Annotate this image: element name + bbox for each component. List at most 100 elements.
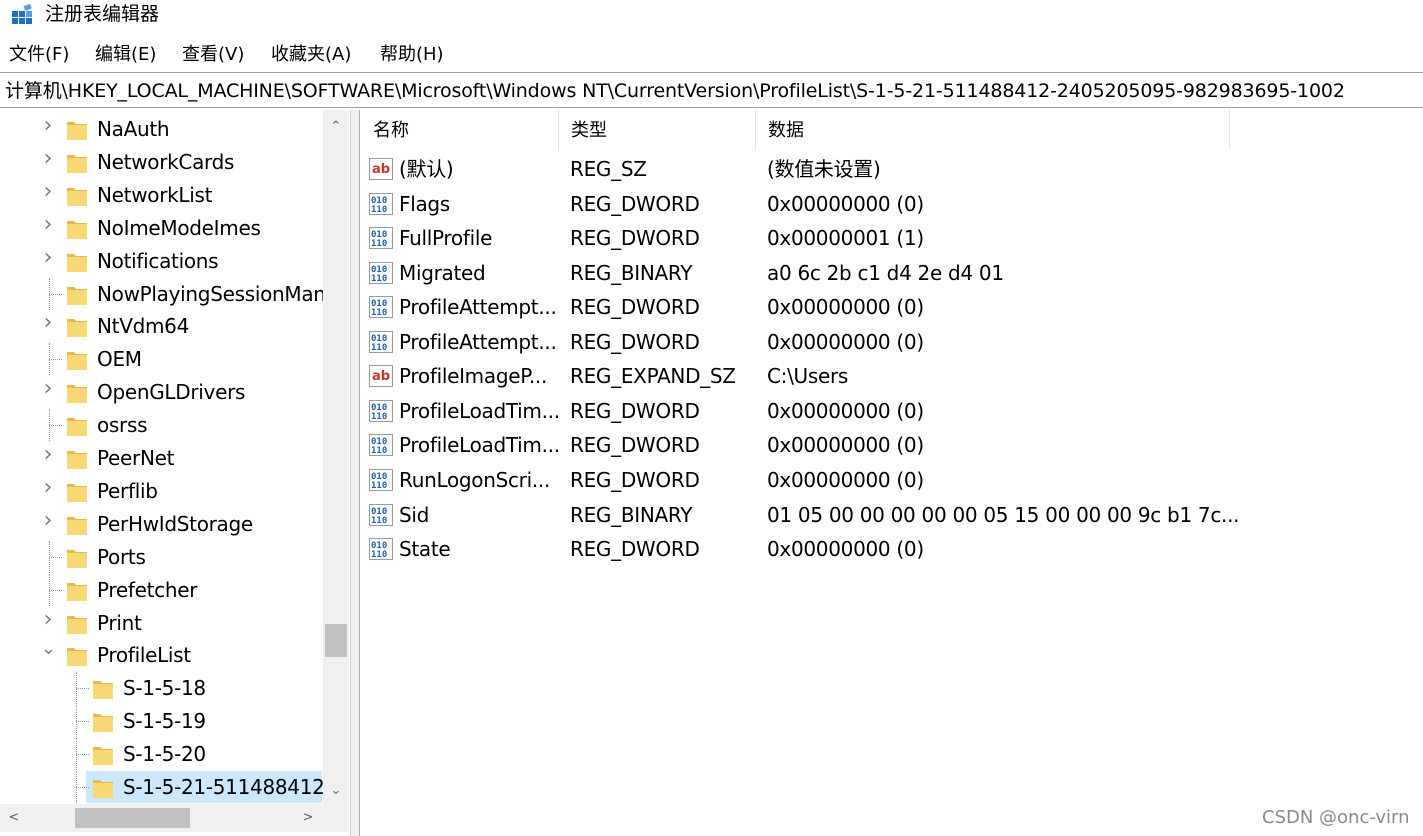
expand-chevron-icon[interactable]: ›	[41, 180, 55, 202]
tree-vertical-scroll-thumb[interactable]	[325, 624, 347, 657]
tree-connector	[76, 672, 77, 705]
value-data: C:\Users	[767, 364, 849, 389]
tree-node[interactable]: › OpenGLDrivers	[0, 376, 322, 408]
expand-chevron-icon[interactable]: ›	[41, 608, 55, 630]
tree-connector	[76, 738, 77, 771]
tree-node[interactable]: › NetworkList	[0, 179, 322, 211]
tree-horizontal-scroll-thumb[interactable]	[75, 808, 190, 828]
expand-chevron-icon[interactable]: ›	[41, 378, 55, 400]
scroll-up-arrow-icon[interactable]: ⌃	[323, 114, 349, 140]
menu-edit[interactable]: 编辑(E)	[95, 40, 156, 70]
tree-node-label: Perflib	[97, 478, 158, 503]
value-data: 0x00000000 (0)	[767, 191, 924, 216]
value-row[interactable]: 010 110 RunLogonScri... REG_DWORD 0x00000000…	[361, 463, 1423, 497]
watermark: CSDN @onc-virn	[1262, 807, 1410, 828]
tree-node-label: NetworkList	[97, 182, 213, 207]
tree-node[interactable]: OEM	[0, 343, 322, 376]
tree-node[interactable]: Prefetcher	[0, 573, 322, 606]
value-row[interactable]: 010 110 FullProfile REG_DWORD 0x00000001 (1)	[361, 221, 1423, 255]
scroll-down-arrow-icon[interactable]: ⌄	[323, 778, 349, 804]
tree-node[interactable]: › NtVdm64	[0, 310, 322, 342]
value-name: Migrated	[399, 260, 486, 285]
scroll-right-arrow-icon[interactable]: >	[296, 804, 320, 832]
folder-icon	[66, 183, 88, 207]
menu-help[interactable]: 帮助(H)	[380, 40, 444, 70]
tree-node[interactable]: › Print	[0, 607, 322, 639]
expand-chevron-icon[interactable]: ›	[41, 444, 55, 466]
value-data: 0x00000000 (0)	[767, 398, 924, 423]
svg-text:110: 110	[371, 343, 387, 353]
value-row[interactable]: ab (默认) REG_SZ (数值未设置)	[361, 152, 1423, 186]
tree-node[interactable]: › Perflib	[0, 475, 322, 507]
menu-favorites[interactable]: 收藏夹(A)	[271, 40, 351, 70]
value-row[interactable]: 010 110 State REG_DWORD 0x00000000 (0)	[361, 532, 1423, 566]
value-row[interactable]: 010 110 Migrated REG_BINARY a0 6c 2b c1 d4 2…	[361, 256, 1423, 290]
tree-vertical-scrollbar[interactable]: ⌃ ⌄	[323, 110, 349, 804]
folder-icon	[66, 380, 88, 404]
tree-node[interactable]: › NoImeModeImes	[0, 212, 322, 244]
value-row[interactable]: 010 110 ProfileAttempt... REG_DWORD 0x000000…	[361, 325, 1423, 359]
value-row[interactable]: 010 110 Flags REG_DWORD 0x00000000 (0)	[361, 187, 1423, 221]
tree-node[interactable]: › PeerNet	[0, 442, 322, 474]
tree-node[interactable]: S-1-5-21-511488412-	[0, 771, 332, 803]
svg-text:110: 110	[371, 308, 387, 318]
tree-node[interactable]: ⌄ ProfileList	[0, 639, 322, 671]
value-row[interactable]: 010 110 ProfileLoadTim... REG_DWORD 0x000000…	[361, 428, 1423, 462]
value-row[interactable]: 010 110 ProfileAttempt... REG_DWORD 0x000000…	[361, 290, 1423, 324]
expand-chevron-icon[interactable]: ›	[41, 246, 55, 268]
tree-node-label: OpenGLDrivers	[97, 380, 246, 405]
folder-icon	[66, 545, 88, 569]
folder-icon	[66, 413, 88, 437]
value-name: Sid	[399, 502, 430, 527]
value-row[interactable]: ab ProfileImageP... REG_EXPAND_SZ C:\Users	[361, 359, 1423, 393]
address-bar[interactable]: 计算机\HKEY_LOCAL_MACHINE\SOFTWARE\Microsof…	[0, 72, 1423, 108]
svg-text:110: 110	[371, 205, 387, 215]
value-name: ProfileAttempt...	[399, 295, 557, 320]
tree-node[interactable]: › NetworkCards	[0, 146, 322, 178]
scroll-left-arrow-icon[interactable]: <	[2, 804, 26, 832]
tree-node-label: Ports	[97, 544, 146, 569]
tree-node[interactable]: › NaAuth	[0, 113, 322, 145]
column-header-data[interactable]: 数据	[756, 110, 1230, 150]
column-header-type[interactable]: 类型	[559, 110, 756, 150]
expand-chevron-icon[interactable]: ›	[41, 213, 55, 235]
expand-chevron-icon[interactable]: ›	[41, 312, 55, 334]
folder-icon	[92, 742, 114, 766]
expand-chevron-icon[interactable]: ›	[41, 509, 55, 531]
tree-node[interactable]: › Notifications	[0, 245, 322, 277]
svg-text:110: 110	[371, 516, 387, 526]
tree-node[interactable]: S-1-5-19	[0, 705, 322, 738]
expand-chevron-icon[interactable]: ›	[41, 476, 55, 498]
tree-node[interactable]: › PerHwIdStorage	[0, 508, 322, 540]
title-bar: 注册表编辑器	[0, 0, 1423, 32]
expand-chevron-icon[interactable]: ›	[41, 115, 55, 137]
value-name: ProfileLoadTim...	[399, 398, 560, 423]
tree-node[interactable]: osrss	[0, 409, 322, 442]
collapse-chevron-icon[interactable]: ⌄	[41, 639, 56, 659]
tree-node-label: NaAuth	[97, 117, 170, 141]
value-type: REG_DWORD	[570, 191, 700, 216]
column-header-name[interactable]: 名称	[361, 110, 559, 150]
tree-node[interactable]: S-1-5-20	[0, 738, 322, 771]
binary-value-icon: 010 110	[369, 227, 393, 250]
folder-icon	[92, 676, 114, 700]
binary-value-icon: 010 110	[369, 330, 393, 353]
menu-file[interactable]: 文件(F)	[9, 40, 69, 70]
key-tree[interactable]: › NaAuth › NetworkCards › NetworkList › NoImeMo…	[0, 110, 350, 836]
value-row[interactable]: 010 110 Sid REG_BINARY 01 05 00 00 00 00 00 …	[361, 498, 1423, 532]
tree-node-label: NetworkCards	[97, 149, 235, 174]
value-type: REG_DWORD	[570, 329, 700, 354]
value-row[interactable]: 010 110 ProfileLoadTim... REG_DWORD 0x000000…	[361, 394, 1423, 428]
pane-splitter[interactable]	[350, 110, 360, 836]
menu-view[interactable]: 查看(V)	[182, 40, 244, 70]
tree-node[interactable]: S-1-5-18	[0, 672, 322, 705]
tree-horizontal-scrollbar[interactable]: < >	[0, 804, 349, 832]
folder-icon	[66, 643, 88, 667]
address-path[interactable]: 计算机\HKEY_LOCAL_MACHINE\SOFTWARE\Microsof…	[5, 79, 1345, 103]
expand-chevron-icon[interactable]: ›	[41, 147, 55, 169]
tree-node-label: osrss	[97, 413, 148, 438]
folder-icon	[66, 512, 88, 536]
tree-node[interactable]: NowPlayingSessionMan	[0, 277, 326, 310]
tree-node[interactable]: Ports	[0, 540, 322, 573]
value-list[interactable]: 名称 类型 数据 ab (默认) REG_SZ (数值未设置) 010 110 Flags R…	[361, 110, 1423, 836]
